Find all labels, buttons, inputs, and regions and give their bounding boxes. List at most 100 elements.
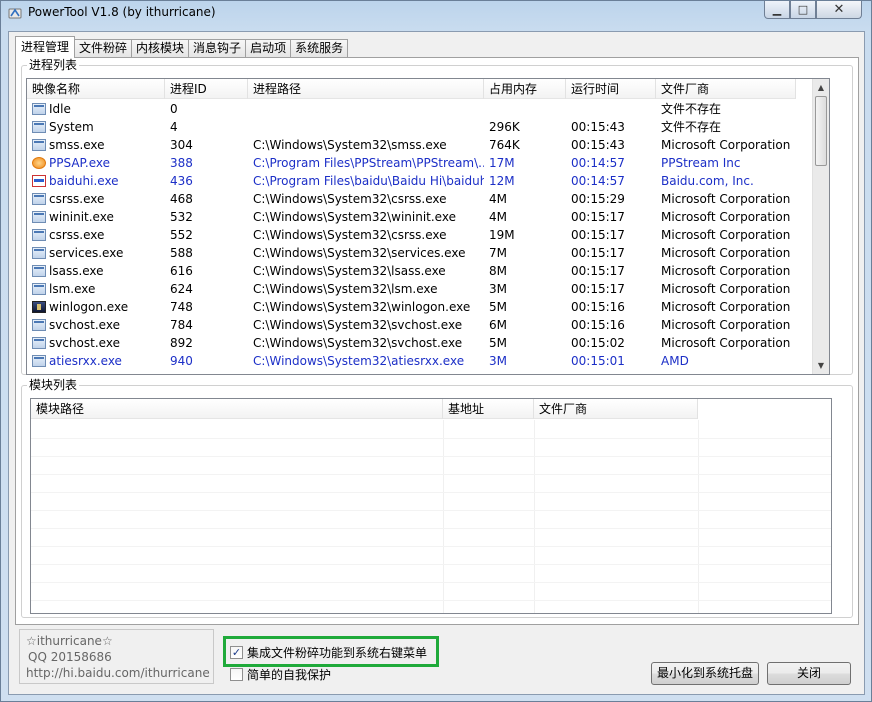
- cell-text: 4M: [489, 192, 507, 206]
- col-module-vendor[interactable]: 文件厂商: [534, 399, 698, 419]
- col-path[interactable]: 进程路径: [248, 79, 484, 99]
- self-protect-label[interactable]: 简单的自我保护: [247, 666, 331, 683]
- process-cell: 532: [165, 208, 248, 226]
- cell-text: 19M: [489, 228, 515, 242]
- process-rows: Idle 0 文件不存在 System 4 296K 00:15:43 文件不存在 smss.e…: [27, 100, 796, 370]
- process-row[interactable]: lsm.exe 624 C:\Windows\System32\lsm.exe 3M 0…: [27, 280, 796, 298]
- cell-text: 624: [170, 282, 193, 296]
- process-cell: C:\Windows\System32\lsass.exe: [248, 262, 484, 280]
- tab-startup[interactable]: 启动项: [245, 39, 292, 58]
- process-cell: [566, 100, 656, 118]
- process-cell: 00:15:17: [566, 280, 656, 298]
- module-list-header: 模块路径 基地址 文件厂商: [31, 399, 698, 419]
- cell-text: wininit.exe: [49, 210, 114, 224]
- process-cell: 468: [165, 190, 248, 208]
- app-icon: [8, 8, 22, 19]
- process-cell: 3M: [484, 280, 566, 298]
- tab-kernel-modules[interactable]: 内核模块: [131, 39, 190, 58]
- scroll-thumb[interactable]: [815, 96, 827, 166]
- cell-text: Idle: [49, 102, 71, 116]
- process-cell: 892: [165, 334, 248, 352]
- cell-text: C:\Windows\System32\csrss.exe: [253, 228, 447, 242]
- process-cell: svchost.exe: [27, 316, 165, 334]
- cell-text: 304: [170, 138, 193, 152]
- process-cell: csrss.exe: [27, 190, 165, 208]
- tab-services[interactable]: 系统服务: [290, 39, 349, 58]
- author-info: ☆ithurricane☆ QQ 20158686 http://hi.baid…: [19, 629, 214, 684]
- cell-text: 00:15:17: [571, 210, 625, 224]
- process-row[interactable]: baiduhi.exe 436 C:\Program Files\baidu\Bai…: [27, 172, 796, 190]
- cell-text: Baidu.com, Inc.: [661, 174, 754, 188]
- cell-text: 00:15:43: [571, 120, 625, 134]
- process-row[interactable]: lsass.exe 616 C:\Windows\System32\lsass.ex…: [27, 262, 796, 280]
- process-cell: C:\Windows\System32\csrss.exe: [248, 190, 484, 208]
- process-cell: Microsoft Corporation: [656, 190, 796, 208]
- cell-text: C:\Windows\System32\svchost.exe: [253, 318, 463, 332]
- module-list[interactable]: 模块路径 基地址 文件厂商: [30, 398, 832, 614]
- process-row[interactable]: winlogon.exe 748 C:\Windows\System32\winlo…: [27, 298, 796, 316]
- process-icon: [32, 301, 46, 313]
- minimize-button[interactable]: ▁: [764, 1, 790, 19]
- module-list-label: 模块列表: [27, 378, 80, 392]
- process-cell: 文件不存在: [656, 100, 796, 118]
- tab-process[interactable]: 进程管理: [15, 36, 76, 58]
- process-row[interactable]: csrss.exe 468 C:\Windows\System32\csrss.ex…: [27, 190, 796, 208]
- process-row[interactable]: System 4 296K 00:15:43 文件不存在: [27, 118, 796, 136]
- tab-file-shred[interactable]: 文件粉碎: [74, 39, 133, 58]
- grid-line: [443, 420, 444, 613]
- process-cell: 8M: [484, 262, 566, 280]
- tab-message-hooks[interactable]: 消息钩子: [188, 39, 247, 58]
- cell-text: Microsoft Corporation: [661, 138, 791, 152]
- minimize-to-tray-button[interactable]: 最小化到系统托盘: [651, 662, 759, 685]
- process-row[interactable]: Idle 0 文件不存在: [27, 100, 796, 118]
- close-button[interactable]: 关闭: [767, 662, 851, 685]
- checkbox-unchecked-icon[interactable]: [230, 668, 243, 681]
- self-protect-checkbox[interactable]: 简单的自我保护: [230, 666, 331, 683]
- process-cell: 5M: [484, 334, 566, 352]
- col-pid[interactable]: 进程ID: [165, 79, 248, 99]
- window-close-button[interactable]: ✕: [816, 1, 862, 19]
- col-memory[interactable]: 占用内存: [484, 79, 566, 99]
- process-cell: 624: [165, 280, 248, 298]
- maximize-button[interactable]: □: [790, 1, 816, 19]
- scroll-down-arrow-icon[interactable]: ▼: [813, 357, 829, 374]
- process-list[interactable]: 映像名称 进程ID 进程路径 占用内存 运行时间 文件厂商 Idle 0 文件不存在…: [26, 78, 830, 375]
- process-cell: 17M: [484, 154, 566, 172]
- col-vendor[interactable]: 文件厂商: [656, 79, 796, 99]
- cell-text: Microsoft Corporation: [661, 282, 791, 296]
- cell-text: 388: [170, 156, 193, 170]
- process-icon: [32, 283, 46, 295]
- process-row[interactable]: atiesrxx.exe 940 C:\Windows\System32\aties…: [27, 352, 796, 370]
- process-row[interactable]: smss.exe 304 C:\Windows\System32\smss.exe 7…: [27, 136, 796, 154]
- col-base-address[interactable]: 基地址: [443, 399, 534, 419]
- author-qq: QQ 20158686: [28, 650, 112, 664]
- process-icon: [32, 265, 46, 277]
- process-list-scrollbar[interactable]: ▲ ▼: [812, 79, 829, 374]
- process-cell: 748: [165, 298, 248, 316]
- cell-text: lsass.exe: [49, 264, 104, 278]
- col-runtime[interactable]: 运行时间: [566, 79, 656, 99]
- process-cell: C:\Windows\System32\smss.exe: [248, 136, 484, 154]
- process-icon: [32, 247, 46, 259]
- process-row[interactable]: services.exe 588 C:\Windows\System32\servi…: [27, 244, 796, 262]
- scroll-up-arrow-icon[interactable]: ▲: [813, 79, 829, 96]
- process-cell: 00:15:43: [566, 136, 656, 154]
- process-cell: C:\Windows\System32\winlogon.exe: [248, 298, 484, 316]
- process-cell: 436: [165, 172, 248, 190]
- process-row[interactable]: svchost.exe 784 C:\Windows\System32\svchos…: [27, 316, 796, 334]
- cell-text: C:\Windows\System32\smss.exe: [253, 138, 447, 152]
- process-row[interactable]: svchost.exe 892 C:\Windows\System32\svchos…: [27, 334, 796, 352]
- cell-text: 5M: [489, 300, 507, 314]
- process-cell: 4M: [484, 190, 566, 208]
- process-row[interactable]: wininit.exe 532 C:\Windows\System32\winini…: [27, 208, 796, 226]
- cell-text: 00:15:16: [571, 300, 625, 314]
- col-image-name[interactable]: 映像名称: [27, 79, 165, 99]
- process-row[interactable]: csrss.exe 552 C:\Windows\System32\csrss.ex…: [27, 226, 796, 244]
- col-module-path[interactable]: 模块路径: [31, 399, 443, 419]
- cell-text: 764K: [489, 138, 520, 152]
- process-icon: [32, 121, 46, 133]
- cell-text: 8M: [489, 264, 507, 278]
- process-row[interactable]: PPSAP.exe 388 C:\Program Files\PPStream\PP…: [27, 154, 796, 172]
- process-cell: Microsoft Corporation: [656, 244, 796, 262]
- process-cell: 00:15:43: [566, 118, 656, 136]
